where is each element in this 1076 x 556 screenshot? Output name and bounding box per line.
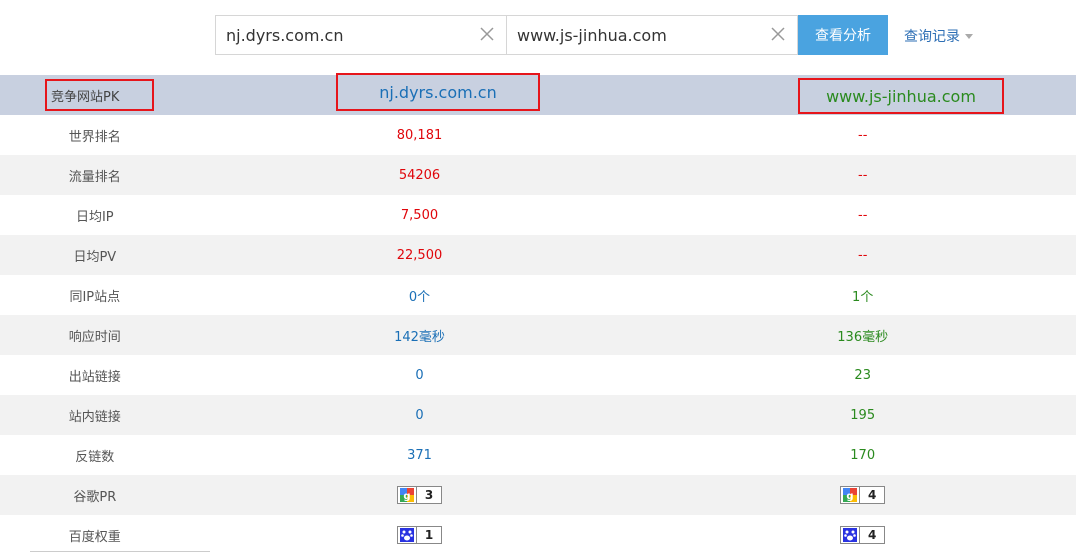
comparison-table: 竞争网站PK nj.dyrs.com.cn www.js-jinhua.com … bbox=[0, 73, 1076, 555]
site-a-value: 22,500 bbox=[396, 247, 443, 263]
table-row: 世界排名 80,181 -- bbox=[0, 115, 1076, 155]
google-pr-badge[interactable]: g 4 bbox=[840, 486, 886, 504]
row-label: 日均PV bbox=[73, 249, 117, 265]
analyze-button[interactable]: 查看分析 bbox=[798, 15, 888, 55]
row-label: 流量排名 bbox=[68, 169, 121, 185]
table-row: 同IP站点 0个 1个 bbox=[0, 275, 1076, 315]
site-b-value[interactable]: 23 bbox=[649, 368, 1076, 383]
site-a-value: 1 bbox=[190, 526, 650, 544]
table-row: 反链数 371 170 bbox=[0, 435, 1076, 475]
site-b-value: 4 bbox=[649, 526, 1076, 544]
svg-text:g: g bbox=[847, 491, 854, 502]
site-a-input-value[interactable]: nj.dyrs.com.cn bbox=[216, 26, 344, 45]
baidu-paw-icon bbox=[841, 527, 861, 543]
table-row: 百度权重 1 4 bbox=[0, 515, 1076, 555]
site-b-value[interactable]: 136毫秒 bbox=[649, 326, 1076, 345]
baidu-weight-badge[interactable]: 4 bbox=[840, 526, 886, 544]
row-label: 同IP站点 bbox=[69, 289, 121, 305]
google-pr-value: 4 bbox=[868, 488, 877, 502]
site-a-value[interactable]: 142毫秒 bbox=[190, 326, 650, 345]
site-b-input[interactable]: www.js-jinhua.com bbox=[507, 15, 798, 55]
caret-down-icon[interactable] bbox=[965, 33, 973, 39]
row-label: 谷歌PR bbox=[73, 489, 117, 505]
site-a-value[interactable]: 371 bbox=[190, 448, 650, 463]
header-site-a[interactable]: nj.dyrs.com.cn bbox=[336, 73, 540, 111]
site-b-value: g 4 bbox=[649, 486, 1076, 504]
row-label: 站内链接 bbox=[68, 409, 121, 425]
query-history-label[interactable]: 查询记录 bbox=[904, 26, 960, 46]
clear-site-a-icon[interactable] bbox=[480, 27, 494, 41]
clear-site-b-icon[interactable] bbox=[771, 27, 785, 41]
table-row: 响应时间 142毫秒 136毫秒 bbox=[0, 315, 1076, 355]
google-pr-value: 3 bbox=[424, 488, 434, 502]
site-b-input-value[interactable]: www.js-jinhua.com bbox=[507, 26, 667, 45]
site-a-value: 7,500 bbox=[400, 207, 439, 223]
table-row: 谷歌PR g 3 g 4 bbox=[0, 475, 1076, 515]
site-b-value: -- bbox=[858, 247, 868, 263]
row-label: 世界排名 bbox=[68, 129, 121, 145]
table-row: 流量排名 54206 -- bbox=[0, 155, 1076, 195]
site-b-value: -- bbox=[858, 207, 868, 223]
table-row: 日均IP 7,500 -- bbox=[0, 195, 1076, 235]
site-b-value[interactable]: 1个 bbox=[649, 286, 1076, 305]
site-b-value[interactable]: 195 bbox=[649, 408, 1076, 423]
baidu-weight-value: 1 bbox=[424, 528, 434, 542]
row-label: 反链数 bbox=[75, 449, 115, 465]
search-bar: nj.dyrs.com.cn www.js-jinhua.com 查看分析 bbox=[215, 15, 888, 55]
row-label: 日均IP bbox=[75, 209, 114, 225]
site-a-value[interactable]: 0 bbox=[190, 408, 650, 423]
site-b-value[interactable]: 170 bbox=[649, 448, 1076, 463]
query-history-dropdown[interactable]: 查询记录 bbox=[904, 26, 973, 46]
baidu-paw-icon bbox=[398, 527, 417, 543]
row-label: 出站链接 bbox=[68, 369, 121, 385]
google-pr-badge[interactable]: g 3 bbox=[397, 486, 442, 504]
table-row: 出站链接 0 23 bbox=[0, 355, 1076, 395]
row-label: 响应时间 bbox=[68, 329, 121, 345]
baidu-weight-value: 4 bbox=[868, 528, 877, 542]
site-a-value: 80,181 bbox=[396, 127, 443, 143]
table-row: 日均PV 22,500 -- bbox=[0, 235, 1076, 275]
header-site-b[interactable]: www.js-jinhua.com bbox=[798, 78, 1004, 114]
site-a-input[interactable]: nj.dyrs.com.cn bbox=[215, 15, 507, 55]
baidu-weight-badge[interactable]: 1 bbox=[397, 526, 442, 544]
svg-text:g: g bbox=[403, 491, 410, 502]
table-row: 站内链接 0 195 bbox=[0, 395, 1076, 435]
site-a-value[interactable]: 0个 bbox=[190, 286, 650, 305]
site-b-value: -- bbox=[858, 127, 868, 143]
divider bbox=[30, 551, 210, 552]
header-competitor-pk: 竞争网站PK bbox=[45, 79, 154, 111]
site-a-value: g 3 bbox=[190, 486, 650, 504]
google-g-icon: g bbox=[398, 487, 417, 503]
google-g-icon: g bbox=[841, 487, 861, 503]
site-a-value: 54206 bbox=[398, 167, 441, 183]
table-header: 竞争网站PK nj.dyrs.com.cn www.js-jinhua.com bbox=[0, 73, 1076, 115]
site-a-value[interactable]: 0 bbox=[190, 368, 650, 383]
site-b-value: -- bbox=[858, 167, 868, 183]
row-label: 百度权重 bbox=[68, 529, 121, 545]
